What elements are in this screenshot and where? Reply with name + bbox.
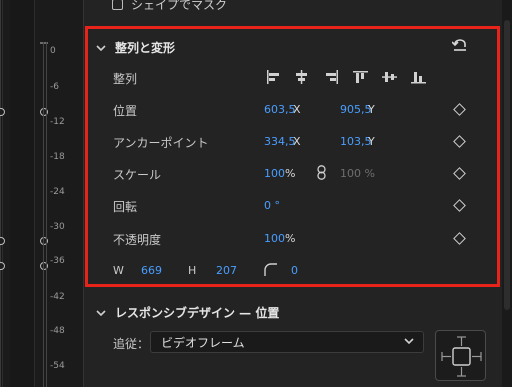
left-panel-edge bbox=[0, 0, 3, 387]
follow-dropdown[interactable]: ビデオフレーム bbox=[150, 331, 424, 353]
follow-label: 追従： bbox=[113, 337, 150, 351]
width-label: W bbox=[113, 264, 124, 277]
rotation-label: 回転 bbox=[113, 200, 138, 214]
pin-to-widget[interactable] bbox=[435, 330, 486, 381]
scrollbar-thumb[interactable] bbox=[504, 20, 510, 310]
audio-track-column bbox=[10, 0, 48, 387]
section-title: 整列と変形 bbox=[115, 41, 176, 55]
follow-dropdown-value: ビデオフレーム bbox=[161, 335, 245, 350]
vu-tick-label: -12 bbox=[50, 117, 65, 127]
responsive-design-header[interactable]: レスポンシブデザイン — 位置 bbox=[95, 304, 279, 321]
corner-radius-value[interactable]: 0 bbox=[291, 264, 298, 277]
anchor-point-label: アンカーポイント bbox=[113, 136, 209, 150]
position-x-unit: X bbox=[293, 103, 301, 116]
position-y-unit: Y bbox=[368, 103, 375, 116]
vu-tick-label: -24 bbox=[50, 187, 65, 197]
align-label: 整列 bbox=[113, 72, 138, 86]
shape-mask-row[interactable]: シェイプでマスク bbox=[112, 0, 227, 13]
vu-tick-label: 0 bbox=[50, 46, 56, 56]
scale-value[interactable]: 100 bbox=[264, 167, 285, 180]
align-right-icon[interactable] bbox=[324, 70, 339, 84]
align-left-icon[interactable] bbox=[266, 70, 281, 84]
vu-tick-label: -6 bbox=[50, 82, 59, 92]
pin-anchor-icon[interactable] bbox=[436, 331, 487, 382]
section-title: レスポンシブデザイン — 位置 bbox=[115, 306, 280, 320]
height-value[interactable]: 207 bbox=[216, 264, 237, 277]
align-horizontal-center-icon[interactable] bbox=[294, 70, 309, 84]
vu-tick-label: -30 bbox=[50, 222, 65, 232]
anchor-y-value[interactable]: 103,5 bbox=[340, 135, 372, 148]
opacity-value[interactable]: 100 bbox=[264, 232, 285, 245]
vu-tick-label: -18 bbox=[50, 152, 65, 162]
align-transform-header[interactable]: 整列と変形 bbox=[95, 39, 175, 56]
scale-unit: % bbox=[285, 167, 296, 180]
width-value[interactable]: 669 bbox=[141, 264, 162, 277]
anchor-x-value[interactable]: 334,5 bbox=[264, 135, 296, 148]
shape-mask-label: シェイプでマスク bbox=[131, 0, 228, 12]
vu-meter bbox=[43, 42, 47, 387]
corner-radius-icon bbox=[264, 263, 277, 276]
chevron-down-icon[interactable] bbox=[95, 42, 107, 54]
align-vertical-center-icon[interactable] bbox=[382, 70, 397, 84]
position-x-value[interactable]: 603,5 bbox=[264, 103, 296, 116]
scale-label: スケール bbox=[113, 168, 162, 182]
rotation-value[interactable]: 0 ° bbox=[264, 199, 280, 212]
position-label: 位置 bbox=[113, 104, 138, 118]
opacity-label: 不透明度 bbox=[113, 233, 162, 247]
chevron-down-icon[interactable] bbox=[95, 307, 107, 319]
shape-mask-checkbox[interactable] bbox=[112, 0, 123, 10]
position-y-value[interactable]: 905,5 bbox=[340, 103, 372, 116]
scale-linked-value: 100 % bbox=[340, 167, 375, 180]
anchor-y-unit: Y bbox=[368, 135, 375, 148]
reset-icon[interactable] bbox=[452, 39, 468, 51]
align-bottom-icon[interactable] bbox=[411, 70, 426, 84]
chevron-down-icon bbox=[403, 335, 415, 350]
align-top-icon[interactable] bbox=[353, 70, 368, 84]
vu-tick-label: -36 bbox=[50, 256, 65, 266]
vu-tick-label: -42 bbox=[50, 292, 65, 302]
vu-tick-label: -54 bbox=[50, 361, 65, 371]
height-label: H bbox=[188, 264, 197, 277]
link-icon[interactable] bbox=[317, 165, 326, 180]
anchor-x-unit: X bbox=[293, 135, 301, 148]
vu-tick-label: -48 bbox=[50, 326, 65, 336]
opacity-unit: % bbox=[285, 232, 296, 245]
